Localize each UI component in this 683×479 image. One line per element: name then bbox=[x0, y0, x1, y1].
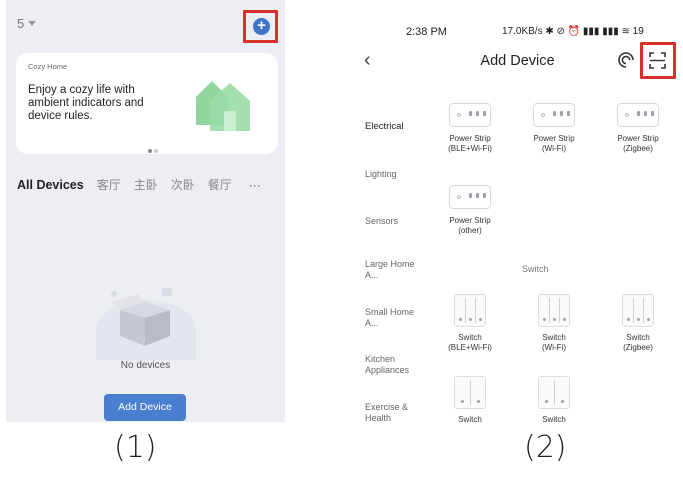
room-tabs: All Devices 客厅 主卧 次卧 餐厅 ··· bbox=[17, 176, 282, 193]
tab-second-bedroom[interactable]: 次卧 bbox=[171, 178, 195, 192]
empty-box-icon bbox=[111, 288, 172, 346]
more-icon[interactable]: ··· bbox=[249, 178, 261, 192]
add-device-button[interactable]: Add Device bbox=[104, 394, 186, 421]
carousel-dots bbox=[148, 140, 160, 158]
power-strip-icon bbox=[449, 185, 491, 209]
device-power-strip-other[interactable]: Power Strip (other) bbox=[430, 185, 510, 236]
wall-switch-icon bbox=[454, 294, 486, 327]
status-icons: 17.0KB/s ✱ ⊘ ⏰ ▮▮▮ ▮▮▮ ≋ 19 bbox=[502, 26, 644, 37]
device-protocol: (Zigbee) bbox=[623, 144, 653, 153]
power-strip-icon bbox=[617, 103, 659, 127]
device-name: Switch bbox=[626, 333, 650, 342]
device-switch-ble-wifi[interactable]: Switch (BLE+Wi-Fi) bbox=[430, 294, 510, 353]
tab-all-devices[interactable]: All Devices bbox=[17, 178, 84, 192]
caret-down-icon bbox=[28, 21, 37, 26]
device-switch-4[interactable]: Switch bbox=[430, 376, 510, 424]
device-name: Power Strip bbox=[617, 134, 659, 143]
device-name: Switch bbox=[542, 333, 566, 342]
category-small-home[interactable]: Small Home A... bbox=[365, 307, 417, 329]
power-strip-icon bbox=[533, 103, 575, 127]
device-protocol: (BLE+Wi-Fi) bbox=[448, 343, 492, 352]
device-name: Power Strip bbox=[533, 134, 575, 143]
device-name: Power Strip bbox=[449, 216, 491, 225]
device-protocol: (other) bbox=[458, 226, 482, 235]
tab-master-bedroom[interactable]: 主卧 bbox=[134, 178, 158, 192]
caption-2: (2) bbox=[524, 430, 567, 465]
category-large-home[interactable]: Large Home A... bbox=[365, 259, 417, 281]
category-kitchen[interactable]: Kitchen Appliances bbox=[365, 354, 421, 376]
scan-qr-icon[interactable] bbox=[649, 52, 666, 69]
device-power-strip-wifi[interactable]: Power Strip (Wi-Fi) bbox=[514, 103, 594, 154]
device-protocol: (BLE+Wi-Fi) bbox=[448, 144, 492, 153]
nearby-scan-icon[interactable] bbox=[618, 52, 634, 68]
device-name: Switch bbox=[458, 415, 482, 424]
device-name: Switch bbox=[458, 333, 482, 342]
tab-dining-room[interactable]: 餐厅 bbox=[208, 178, 232, 192]
house-illustration-icon bbox=[196, 81, 250, 131]
category-exercise-health[interactable]: Exercise & Health bbox=[365, 402, 421, 424]
status-time: 2:38 PM bbox=[406, 26, 447, 38]
cozy-home-banner[interactable]: Cozy Home Enjoy a cozy life with ambient… bbox=[16, 53, 278, 154]
home-selector-label: 5 bbox=[17, 16, 25, 31]
caption-1: (1) bbox=[114, 430, 157, 465]
tab-living-room[interactable]: 客厅 bbox=[97, 178, 121, 192]
category-electrical[interactable]: Electrical bbox=[365, 121, 435, 132]
wall-switch-icon bbox=[538, 376, 570, 409]
device-protocol: (Wi-Fi) bbox=[542, 144, 566, 153]
empty-state-text: No devices bbox=[120, 360, 171, 371]
wall-switch-icon bbox=[538, 294, 570, 327]
category-lighting[interactable]: Lighting bbox=[365, 169, 435, 180]
device-name: Switch bbox=[542, 415, 566, 424]
power-strip-icon bbox=[449, 103, 491, 127]
home-selector[interactable]: 5 bbox=[17, 16, 37, 31]
device-switch-zigbee[interactable]: Switch (Zigbee) bbox=[598, 294, 678, 353]
device-switch-wifi[interactable]: Switch (Wi-Fi) bbox=[514, 294, 594, 353]
wall-switch-icon bbox=[622, 294, 654, 327]
device-protocol: (Wi-Fi) bbox=[542, 343, 566, 352]
device-name: Power Strip bbox=[449, 134, 491, 143]
device-protocol: (Zigbee) bbox=[623, 343, 653, 352]
banner-text: Enjoy a cozy life with ambient indicator… bbox=[28, 84, 144, 122]
device-switch-5[interactable]: Switch bbox=[514, 376, 594, 424]
add-device-screen: 2:38 PM 17.0KB/s ✱ ⊘ ⏰ ▮▮▮ ▮▮▮ ≋ 19 ‹ Ad… bbox=[352, 0, 683, 424]
device-power-strip-zigbee[interactable]: Power Strip (Zigbee) bbox=[598, 103, 678, 154]
wall-switch-icon bbox=[454, 376, 486, 409]
plus-circle-icon[interactable]: + bbox=[253, 18, 270, 35]
banner-tag: Cozy Home bbox=[28, 62, 68, 71]
device-power-strip-ble-wifi[interactable]: Power Strip (BLE+Wi-Fi) bbox=[430, 103, 510, 154]
category-sensors[interactable]: Sensors bbox=[365, 216, 435, 227]
home-screen: 5 + Cozy Home Enjoy a cozy life with amb… bbox=[6, 0, 285, 422]
section-title-switch: Switch bbox=[522, 264, 549, 274]
